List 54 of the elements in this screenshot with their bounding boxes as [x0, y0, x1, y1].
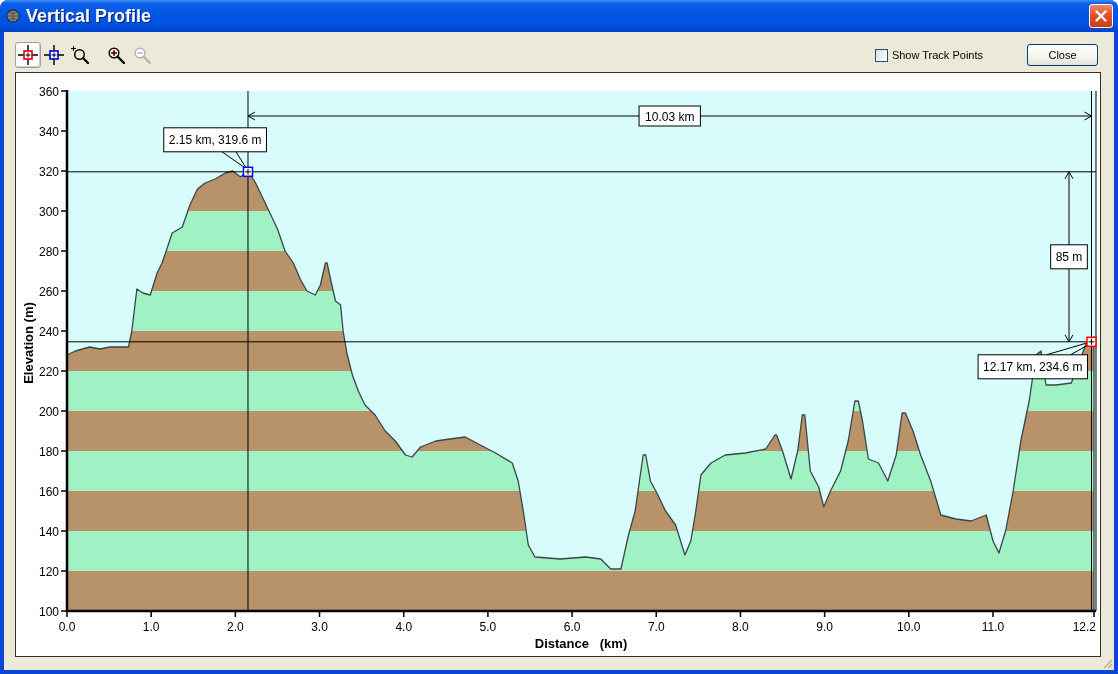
- crosshair-icon: [44, 45, 64, 65]
- globe-icon: [6, 9, 20, 23]
- tick-label: 100: [38, 604, 59, 619]
- tick-label: 3.0: [311, 620, 328, 634]
- close-icon: [1092, 7, 1110, 25]
- tick-label: 0.0: [58, 620, 76, 634]
- close-button[interactable]: Close: [1027, 44, 1098, 66]
- axis-title: Elevation (m): [21, 302, 37, 384]
- crosshair-tool-button[interactable]: [41, 42, 67, 68]
- zoom-in-icon: [107, 46, 125, 64]
- tick-label: 10.0: [897, 620, 921, 634]
- resize-grip-icon: [1102, 658, 1113, 669]
- distance-label: 10.03 km: [638, 105, 701, 127]
- height-label: 85 m: [1050, 244, 1088, 270]
- tick-label: 11.0: [981, 620, 1005, 634]
- coordinate-callout: 12.17 km, 234.6 m: [977, 354, 1088, 380]
- tick-label: 6.0: [563, 620, 581, 634]
- tick-label: 360: [38, 84, 59, 99]
- checkbox[interactable]: [874, 48, 888, 62]
- tick-label: 260: [38, 284, 59, 299]
- callout-pointer: [221, 151, 247, 169]
- window-close-button[interactable]: [1089, 4, 1113, 28]
- tick-label: 4.0: [395, 620, 413, 634]
- tick-label: 8.0: [732, 620, 749, 634]
- tick-label: 140: [38, 524, 59, 539]
- tick-label: 240: [38, 324, 59, 339]
- tick-label: 200: [38, 404, 59, 419]
- tick-label: 12.2: [1072, 620, 1096, 634]
- tick-label: 280: [38, 244, 59, 259]
- annotation: 12.17 km, 234.6 m: [983, 360, 1083, 375]
- magnifier-icon: [71, 46, 89, 64]
- tick-label: 120: [38, 564, 59, 579]
- coordinate-callout: 2.15 km, 319.6 m: [163, 127, 267, 153]
- annotation: 10.03 km: [645, 109, 695, 124]
- annotation: 2.15 km, 319.6 m: [168, 133, 262, 148]
- cursor-marker-icon: [242, 166, 254, 178]
- tick-label: 320: [38, 164, 59, 179]
- tick-label: 1.0: [142, 620, 160, 634]
- tick-label: 7.0: [647, 620, 665, 634]
- axis-title: Distance (km): [534, 636, 628, 651]
- zoom-out-icon: [133, 46, 151, 64]
- tick-label: 9.0: [816, 620, 833, 634]
- tick-label: 2.0: [227, 620, 244, 634]
- tick-label: 180: [38, 444, 59, 459]
- annotation: 85 m: [1055, 250, 1083, 265]
- tick-label: 160: [38, 484, 59, 499]
- tick-label: 300: [38, 204, 59, 219]
- tick-label: 220: [38, 364, 59, 379]
- tick-label: 340: [38, 124, 59, 139]
- tick-label: 5.0: [479, 620, 497, 634]
- checkbox-label: Show Track Points: [891, 47, 983, 63]
- crosshair-icon: [18, 45, 38, 65]
- window-title: Vertical Profile: [26, 4, 152, 28]
- crosshair-tool-button[interactable]: [15, 42, 41, 68]
